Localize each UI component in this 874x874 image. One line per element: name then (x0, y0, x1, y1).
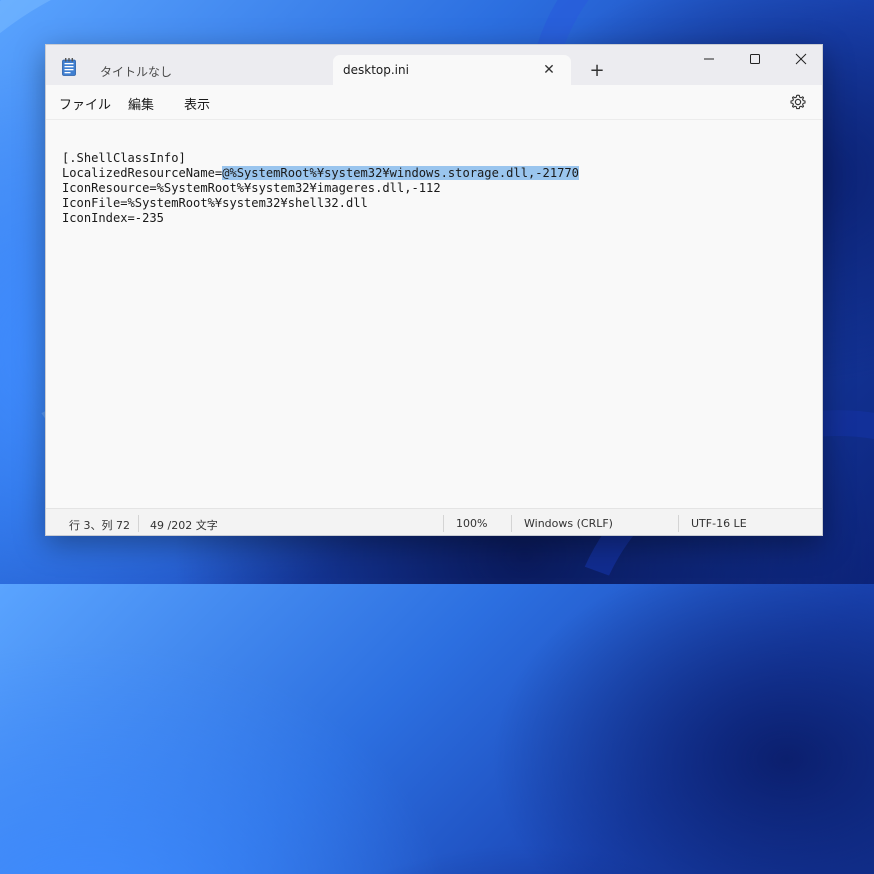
maximize-button[interactable] (732, 45, 778, 75)
editor-line: IconIndex=-235 (62, 211, 164, 225)
window-close-button[interactable] (778, 45, 822, 75)
menu-file[interactable]: ファイル (59, 94, 111, 113)
window-close-icon (795, 53, 807, 65)
close-icon[interactable]: ✕ (539, 60, 559, 80)
status-bar: 行 3、列 72 49 /202 文字 100% Windows (CRLF) … (46, 508, 822, 535)
menu-edit[interactable]: 編集 (128, 94, 154, 113)
editor-line-prefix: LocalizedResourceName= (62, 166, 223, 180)
zoom-level[interactable]: 100% (456, 517, 487, 530)
tab-label: desktop.ini (343, 63, 409, 77)
character-count: 49 /202 文字 (150, 519, 218, 532)
minimize-icon (704, 58, 714, 60)
menu-view[interactable]: 表示 (184, 94, 210, 113)
status-divider (138, 515, 139, 532)
maximize-icon (750, 54, 760, 64)
selected-text: @%SystemRoot%¥system32¥windows.storage.d… (222, 166, 579, 180)
cursor-position: 行 3、列 72 (69, 519, 130, 532)
status-divider (511, 515, 512, 532)
editor-content[interactable]: [.ShellClassInfo] LocalizedResourceName=… (62, 151, 579, 226)
gear-icon[interactable] (788, 92, 808, 112)
tab-desktop-ini[interactable]: desktop.ini ✕ (333, 55, 571, 85)
menu-bar: ファイル 編集 表示 (46, 85, 822, 120)
editor-line: IconFile=%SystemRoot%¥system32¥shell32.d… (62, 196, 368, 210)
editor-line: IconResource=%SystemRoot%¥system32¥image… (62, 181, 441, 195)
notepad-app-icon (62, 58, 76, 76)
editor-line: [.ShellClassInfo] (62, 151, 186, 165)
line-ending[interactable]: Windows (CRLF) (524, 517, 613, 530)
text-editor[interactable]: [.ShellClassInfo] LocalizedResourceName=… (46, 120, 822, 507)
notepad-window: タイトルなし desktop.ini ✕ + ファイル 編集 表示 [.Shel… (45, 44, 823, 536)
encoding[interactable]: UTF-16 LE (691, 517, 747, 530)
tab-untitled[interactable]: タイトルなし (90, 55, 330, 85)
status-divider (678, 515, 679, 532)
minimize-button[interactable] (686, 45, 732, 75)
plus-icon[interactable]: + (586, 61, 608, 83)
tab-label: タイトルなし (100, 65, 173, 79)
status-divider (443, 515, 444, 532)
title-bar[interactable]: タイトルなし desktop.ini ✕ + (46, 45, 822, 85)
